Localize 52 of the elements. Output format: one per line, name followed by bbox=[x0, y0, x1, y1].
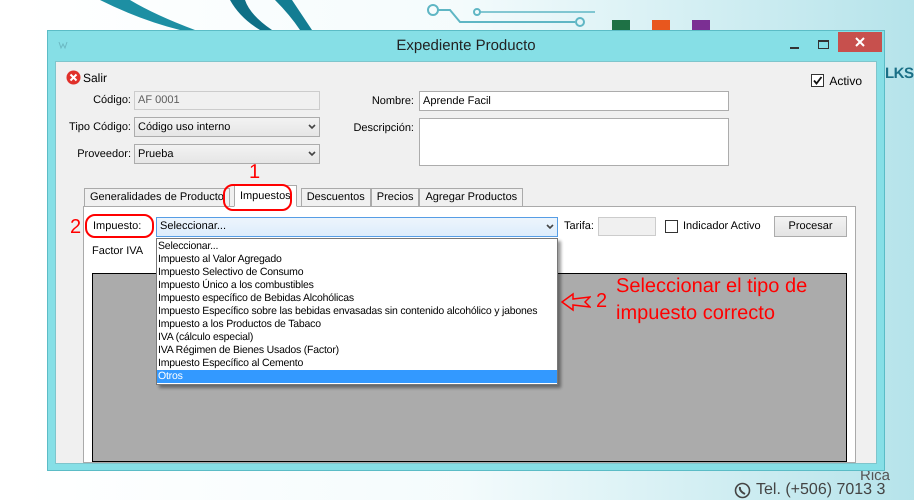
dropdown-field[interactable]: Código uso interno bbox=[134, 117, 320, 137]
name-field[interactable]: Aprende Facil bbox=[419, 91, 729, 111]
dropdown-option[interactable]: Impuesto Único a los combustibles bbox=[157, 279, 557, 292]
description-field[interactable] bbox=[419, 118, 729, 166]
dropdown-option[interactable]: Impuesto a los Productos de Tabaco bbox=[157, 318, 557, 331]
phone-chat-icon bbox=[734, 482, 751, 499]
dropdown-option[interactable]: Impuesto Selectivo de Consumo bbox=[157, 266, 557, 279]
step-number: 1 bbox=[249, 161, 260, 183]
dropdown-option[interactable]: Impuesto al Valor Agregado bbox=[157, 253, 557, 266]
process-button[interactable]: Procesar bbox=[774, 216, 847, 237]
tax-dropdown[interactable]: Seleccionar... bbox=[156, 216, 558, 236]
arrow-icon bbox=[561, 292, 591, 312]
step-number: 2 bbox=[596, 290, 608, 312]
tab[interactable]: Generalidades de Producto bbox=[84, 188, 230, 206]
tab[interactable]: Precios bbox=[370, 188, 420, 206]
step-number: 2 bbox=[70, 216, 82, 238]
dropdown-option[interactable]: IVA Régimen de Bienes Usados (Factor) bbox=[157, 344, 557, 357]
field-label: Nombre: bbox=[370, 94, 415, 109]
field-label: Descripción: bbox=[352, 121, 415, 136]
field-label: Proveedor: bbox=[76, 146, 132, 162]
active-label: Activo bbox=[829, 72, 862, 90]
close-icon bbox=[66, 70, 81, 85]
field-label: Código: bbox=[92, 92, 132, 108]
caret-icon bbox=[308, 124, 316, 130]
dropdown-option[interactable]: Impuesto Específico al Cemento bbox=[157, 357, 557, 370]
tab[interactable]: Descuentos bbox=[300, 188, 371, 206]
caret-icon bbox=[308, 151, 316, 157]
tab[interactable]: Impuestos bbox=[234, 185, 297, 207]
field-label: Impuesto: bbox=[93, 220, 142, 232]
dropdown-option[interactable]: Impuesto Específico sobre las bebidas envasadas sin contenido alcohólico y jabones bbox=[157, 305, 557, 318]
dropdown-option[interactable]: Seleccionar... bbox=[157, 240, 557, 253]
dropdown-option[interactable]: Impuesto específico de Bebidas Alcohólicas bbox=[157, 292, 557, 305]
annotation-text: Seleccionar el tipo de impuesto correcto bbox=[616, 274, 808, 326]
close-button[interactable] bbox=[838, 32, 882, 52]
caret-icon bbox=[546, 224, 554, 230]
dropdown-option[interactable]: IVA (cálculo especial) bbox=[157, 331, 557, 344]
active-checkbox[interactable] bbox=[811, 74, 824, 87]
factor-label: Factor IVA bbox=[92, 245, 144, 257]
dropdown-field[interactable]: Prueba bbox=[134, 144, 320, 164]
wallpaper-text: LKS bbox=[885, 64, 914, 84]
tab[interactable]: Agregar Productos bbox=[419, 188, 524, 206]
close-icon bbox=[855, 37, 865, 47]
indicator-label: Indicador Activo bbox=[682, 219, 761, 234]
phone-text: Tel. (+506) 7013 3 bbox=[756, 481, 886, 499]
field-label: Tarifa: bbox=[564, 219, 594, 234]
app-icon bbox=[58, 40, 68, 50]
field-label: Tipo Código: bbox=[68, 120, 132, 135]
indicator-checkbox[interactable] bbox=[664, 220, 678, 233]
rate-field bbox=[598, 217, 656, 236]
exit-button[interactable]: Salir bbox=[66, 68, 108, 86]
window-title: Expediente Producto bbox=[396, 36, 536, 56]
code-field: AF 0001 bbox=[134, 90, 320, 110]
